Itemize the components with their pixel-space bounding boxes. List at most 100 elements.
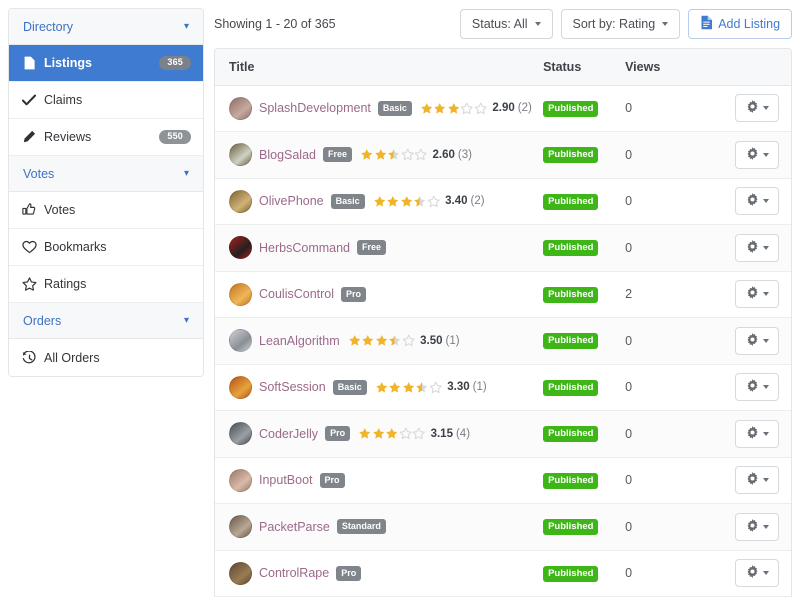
row-actions-button[interactable] [735, 326, 780, 355]
row-actions-button[interactable] [735, 233, 780, 262]
row-actions-button[interactable] [735, 187, 780, 216]
listing-title-link[interactable]: BlogSalad [259, 148, 316, 162]
views-count: 0 [625, 194, 633, 209]
chevron-down-icon [762, 524, 769, 529]
listing-title-link[interactable]: ControlRape [259, 566, 329, 580]
listing-title-link[interactable]: CoderJelly [259, 427, 318, 441]
rating-value: 2.90 [492, 102, 515, 115]
add-listing-button[interactable]: Add Listing [688, 9, 793, 39]
sidebar-group-label: Directory [23, 19, 74, 34]
cell-status: Published [533, 503, 616, 551]
avatar [229, 468, 252, 492]
listing-title-link[interactable]: SplashDevelopment [259, 101, 371, 115]
row-actions-button[interactable] [735, 94, 780, 123]
cell-actions [687, 178, 792, 225]
file-icon [700, 15, 713, 33]
listing-title-link[interactable]: CoulisControl [259, 287, 334, 301]
avatar [229, 282, 252, 306]
cell-status: Published [533, 178, 616, 225]
avatar [229, 143, 252, 167]
table-row: HerbsCommand Free Published 0 [215, 224, 792, 272]
sidebar-group-votes[interactable]: Votes ▾ [9, 156, 203, 192]
cell-status: Published [533, 271, 616, 318]
listings-page: Directory ▾ Listings 365 Claims Reviews 550 Vot… [0, 0, 800, 614]
sidebar-item-label: Ratings [44, 277, 87, 291]
views-count: 0 [625, 519, 633, 534]
listing-title-link[interactable]: HerbsCommand [259, 241, 350, 255]
sidebar-group-orders[interactable]: Orders ▾ [9, 303, 203, 339]
sidebar-group-label: Votes [23, 166, 55, 181]
star-rating-icon [373, 195, 441, 208]
row-actions-button[interactable] [735, 466, 780, 495]
cell-views: 0 [615, 131, 688, 179]
cell-status: Published [533, 410, 616, 458]
gear-icon [746, 146, 759, 163]
listing-title-link[interactable]: OlivePhone [259, 194, 324, 208]
cell-views: 0 [615, 503, 688, 551]
star-rating-icon [375, 381, 443, 394]
listing-title-link[interactable]: LeanAlgorithm [259, 334, 340, 348]
chevron-down-icon [762, 338, 769, 343]
chevron-down-icon [762, 152, 769, 157]
row-actions-button[interactable] [735, 140, 780, 169]
views-count: 0 [625, 147, 633, 162]
cell-views: 0 [615, 178, 688, 225]
star-rating-icon [420, 102, 488, 115]
status-badge: Published [543, 472, 599, 489]
plan-badge: Standard [336, 519, 386, 535]
rating-count: (2) [470, 195, 485, 208]
gear-icon [746, 425, 759, 442]
sidebar-item-claims[interactable]: Claims [9, 82, 203, 119]
rating: 2.90 (2) [420, 102, 532, 115]
toolbar: Showing 1 - 20 of 365 Status: All Sort b… [214, 0, 793, 48]
cell-title: CoulisControl Pro [215, 271, 534, 318]
avatar [229, 515, 252, 539]
status-filter-dropdown[interactable]: Status: All [459, 9, 553, 39]
cell-status: Published [533, 457, 616, 504]
sidebar-item-votes[interactable]: Votes [9, 192, 203, 229]
sidebar-item-reviews[interactable]: Reviews 550 [9, 119, 203, 156]
column-header-status[interactable]: Status [533, 49, 616, 86]
plan-badge: Basic [330, 193, 365, 209]
rating: 3.50 (1) [348, 334, 460, 347]
cell-actions [687, 364, 792, 411]
row-actions-button[interactable] [735, 559, 780, 588]
chevron-down-icon: ▾ [183, 315, 189, 326]
plan-badge: Basic [377, 100, 412, 116]
history-icon [21, 350, 37, 365]
sidebar-item-ratings[interactable]: Ratings [9, 266, 203, 303]
cell-views: 2 [615, 271, 688, 318]
sidebar-item-all-orders[interactable]: All Orders [9, 339, 203, 376]
sidebar-item-bookmarks[interactable]: Bookmarks [9, 229, 203, 266]
row-actions-button[interactable] [735, 512, 780, 541]
cell-status: Published [533, 317, 616, 365]
rating-count: (2) [517, 102, 532, 115]
star-rating-icon [360, 148, 428, 161]
rating-value: 2.60 [432, 148, 455, 161]
cell-actions [687, 271, 792, 318]
rating-count: (3) [457, 148, 472, 161]
avatar [229, 422, 252, 446]
listing-title-link[interactable]: PacketParse [259, 520, 330, 534]
column-header-views[interactable]: Views [615, 49, 688, 86]
listing-title-link[interactable]: SoftSession [259, 380, 326, 394]
row-actions-button[interactable] [735, 419, 780, 448]
plan-badge: Basic [332, 379, 367, 395]
sidebar-item-listings[interactable]: Listings 365 [9, 45, 203, 82]
sort-by-dropdown[interactable]: Sort by: Rating [560, 9, 681, 39]
avatar [229, 96, 252, 120]
row-actions-button[interactable] [735, 280, 780, 309]
plan-badge: Pro [319, 472, 345, 488]
cell-actions [687, 410, 792, 458]
sidebar-item-label: Votes [44, 203, 76, 217]
cell-views: 0 [615, 224, 688, 272]
chevron-down-icon: ▾ [183, 168, 189, 179]
rating-count: (1) [445, 334, 460, 347]
cell-status: Published [533, 131, 616, 179]
row-actions-button[interactable] [735, 373, 780, 402]
sidebar-group-directory[interactable]: Directory ▾ [9, 9, 203, 45]
table-header: Title Status Views [215, 49, 792, 86]
listing-title-link[interactable]: InputBoot [259, 473, 313, 487]
views-count: 0 [625, 426, 633, 441]
column-header-title[interactable]: Title [215, 49, 534, 86]
